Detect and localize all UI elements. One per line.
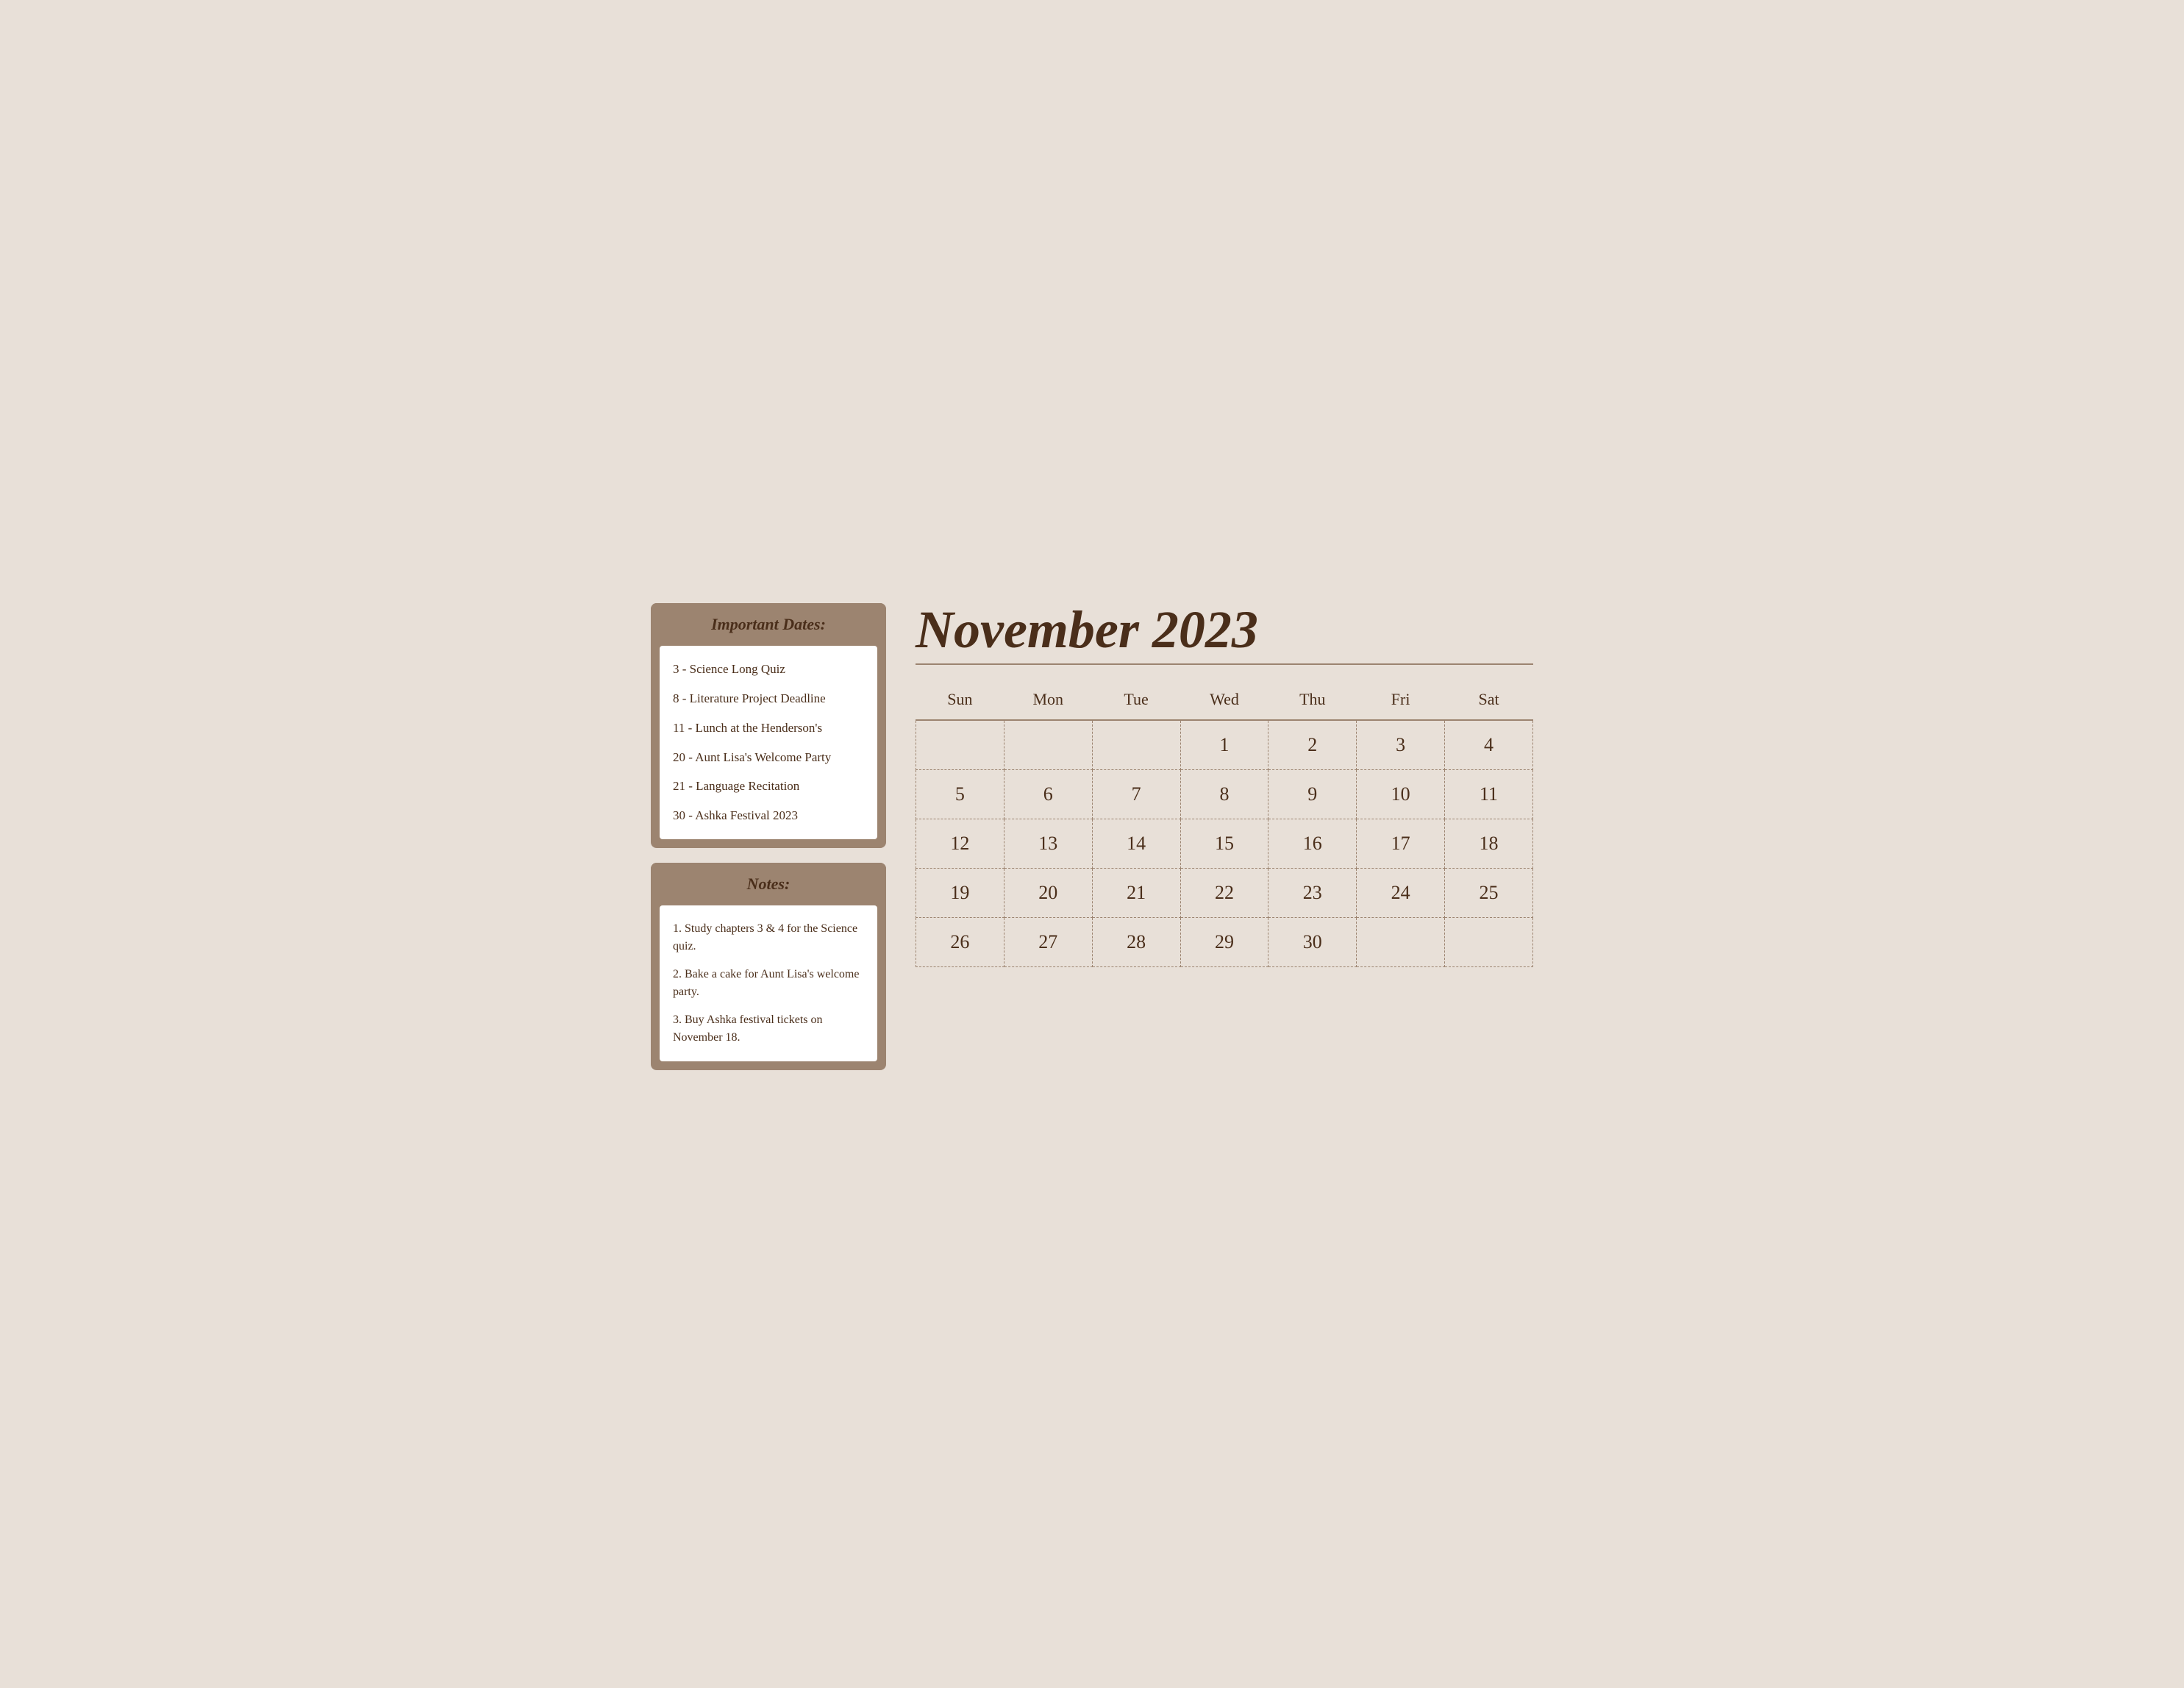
calendar-week-row: 567891011 — [916, 770, 1533, 819]
calendar-day[interactable]: 15 — [1180, 819, 1268, 869]
list-item: 1. Study chapters 3 & 4 for the Science … — [673, 920, 864, 955]
calendar-day[interactable]: 5 — [916, 770, 1004, 819]
important-dates-title: Important Dates: — [711, 615, 826, 633]
calendar-day[interactable]: 13 — [1004, 819, 1092, 869]
calendar-day-empty — [1004, 720, 1092, 770]
list-item: 8 - Literature Project Deadline — [673, 690, 864, 708]
list-item: 3. Buy Ashka festival tickets on Novembe… — [673, 1011, 864, 1047]
calendar-day-empty — [916, 720, 1004, 770]
calendar-day[interactable]: 22 — [1180, 869, 1268, 918]
notes-list: 1. Study chapters 3 & 4 for the Science … — [673, 920, 864, 1047]
list-item: 30 - Ashka Festival 2023 — [673, 807, 864, 825]
calendar-day-empty — [1357, 918, 1445, 967]
calendar-day[interactable]: 23 — [1268, 869, 1357, 918]
calendar-day[interactable]: 24 — [1357, 869, 1445, 918]
calendar-day[interactable]: 8 — [1180, 770, 1268, 819]
calendar-week-row: 19202122232425 — [916, 869, 1533, 918]
day-header-fri: Fri — [1357, 680, 1445, 720]
calendar-day[interactable]: 12 — [916, 819, 1004, 869]
calendar-day[interactable]: 18 — [1445, 819, 1533, 869]
calendar-day[interactable]: 14 — [1092, 819, 1180, 869]
calendar-grid: Sun Mon Tue Wed Thu Fri Sat 123456789101… — [916, 680, 1533, 967]
day-header-tue: Tue — [1092, 680, 1180, 720]
calendar-day[interactable]: 4 — [1445, 720, 1533, 770]
list-item: 21 - Language Recitation — [673, 777, 864, 795]
important-dates-header: Important Dates: — [651, 603, 886, 646]
page-container: Important Dates: 3 - Science Long Quiz 8… — [651, 603, 1533, 1085]
calendar-week-row: 2627282930 — [916, 918, 1533, 967]
notes-section: Notes: 1. Study chapters 3 & 4 for the S… — [651, 863, 886, 1070]
calendar-day-empty — [1092, 720, 1180, 770]
important-dates-section: Important Dates: 3 - Science Long Quiz 8… — [651, 603, 886, 848]
calendar-day[interactable]: 7 — [1092, 770, 1180, 819]
day-header-thu: Thu — [1268, 680, 1357, 720]
day-header-mon: Mon — [1004, 680, 1092, 720]
calendar-title: November 2023 — [916, 603, 1533, 656]
list-item: 2. Bake a cake for Aunt Lisa's welcome p… — [673, 966, 864, 1001]
calendar-day[interactable]: 11 — [1445, 770, 1533, 819]
day-header-wed: Wed — [1180, 680, 1268, 720]
calendar-day[interactable]: 20 — [1004, 869, 1092, 918]
calendar-day[interactable]: 19 — [916, 869, 1004, 918]
calendar-week-row: 12131415161718 — [916, 819, 1533, 869]
calendar-day-empty — [1445, 918, 1533, 967]
notes-title: Notes: — [747, 875, 791, 893]
sidebar: Important Dates: 3 - Science Long Quiz 8… — [651, 603, 886, 1085]
calendar-divider — [916, 663, 1533, 665]
calendar-day[interactable]: 29 — [1180, 918, 1268, 967]
calendar-day[interactable]: 9 — [1268, 770, 1357, 819]
list-item: 3 - Science Long Quiz — [673, 660, 864, 678]
important-dates-list: 3 - Science Long Quiz 8 - Literature Pro… — [673, 660, 864, 825]
notes-body: 1. Study chapters 3 & 4 for the Science … — [660, 905, 877, 1061]
calendar-day[interactable]: 3 — [1357, 720, 1445, 770]
important-dates-body: 3 - Science Long Quiz 8 - Literature Pro… — [660, 646, 877, 839]
calendar-day[interactable]: 25 — [1445, 869, 1533, 918]
calendar-header-row: Sun Mon Tue Wed Thu Fri Sat — [916, 680, 1533, 720]
calendar-day[interactable]: 1 — [1180, 720, 1268, 770]
calendar: November 2023 Sun Mon Tue Wed Thu Fri Sa… — [916, 603, 1533, 967]
calendar-day[interactable]: 16 — [1268, 819, 1357, 869]
calendar-day[interactable]: 30 — [1268, 918, 1357, 967]
list-item: 20 - Aunt Lisa's Welcome Party — [673, 749, 864, 766]
calendar-day[interactable]: 17 — [1357, 819, 1445, 869]
calendar-day[interactable]: 28 — [1092, 918, 1180, 967]
day-header-sun: Sun — [916, 680, 1004, 720]
calendar-week-row: 1234 — [916, 720, 1533, 770]
list-item: 11 - Lunch at the Henderson's — [673, 719, 864, 737]
notes-header: Notes: — [651, 863, 886, 905]
calendar-day[interactable]: 2 — [1268, 720, 1357, 770]
day-header-sat: Sat — [1445, 680, 1533, 720]
calendar-day[interactable]: 10 — [1357, 770, 1445, 819]
calendar-day[interactable]: 6 — [1004, 770, 1092, 819]
calendar-day[interactable]: 27 — [1004, 918, 1092, 967]
calendar-day[interactable]: 26 — [916, 918, 1004, 967]
calendar-day[interactable]: 21 — [1092, 869, 1180, 918]
